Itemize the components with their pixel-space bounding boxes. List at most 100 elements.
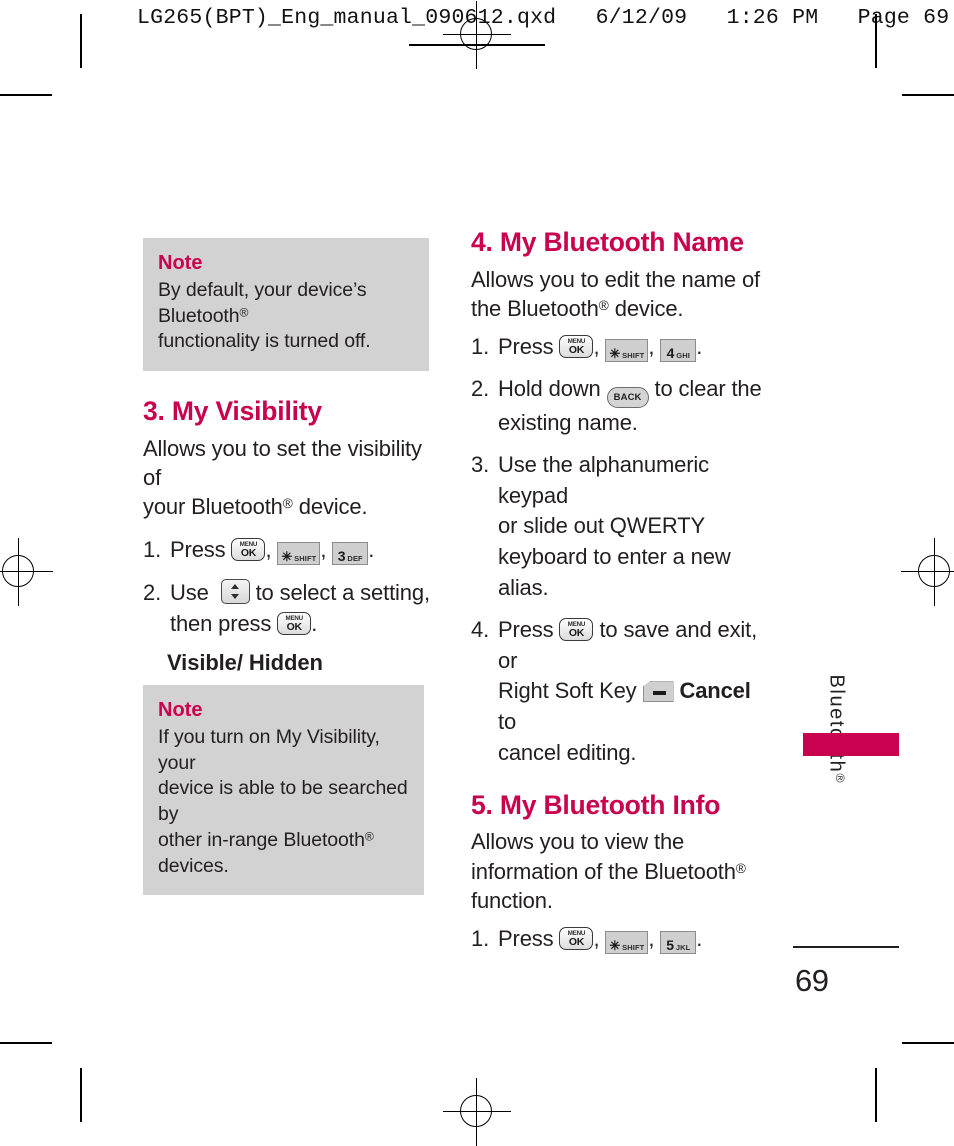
step-number: 3. [471,451,490,477]
steps-list-my-bluetooth-info: 1. Press MENU OK , ✳ SHIFT , 5 JKL . [471,924,771,955]
cancel-label: Cancel [679,678,751,704]
registered-mark: ® [239,305,249,320]
step-item: 2. Use to select a setting, then press M… [143,578,433,640]
option-values-visible-hidden: Visible/ Hidden [167,650,323,676]
note-title: Note [158,252,203,274]
note-body-line-1: By default, your device’s Bluetooth [158,279,367,327]
key-digit: 3 [337,547,346,564]
key-letters: GHI [676,351,690,361]
page-number: 69 [795,963,829,998]
step-text: Press [498,926,554,952]
intro-line-2: your Bluetooth [143,494,283,520]
step-text-line2: then press [170,611,272,637]
shift-label: SHIFT [622,943,645,953]
number-5-key-icon: 5 JKL [660,931,697,955]
note-body-line-2: device is able to be searched by [158,777,408,826]
step-item: 1. Press MENU OK , ✳ SHIFT , 5 JKL . [471,924,771,955]
star-shift-key-icon: ✳ SHIFT [605,931,649,955]
menu-ok-key-icon: MENU OK [559,927,594,951]
key-digit: 4 [666,345,675,362]
intro-line-3: device. [608,295,684,321]
steps-list-my-bluetooth-name: 1. Press MENU OK , ✳ SHIFT , 4 GHI . 2. Ho… [471,332,771,769]
side-tab-color-bar [803,733,899,756]
section-intro-my-visibility: Allows you to set the visibility of your… [143,434,433,522]
step-number: 4. [471,616,490,642]
shift-label: SHIFT [294,553,317,563]
step-trailing-punctuation: . [311,611,318,637]
step-text-line2: existing name. [498,409,638,435]
intro-line-1: Allows you to set the visibility of [143,435,422,491]
step-item: 3. Use the alphanumeric keypad or slide … [471,450,771,604]
step-text-line2-post: to [498,709,517,735]
step-text-line1: Use the alphanumeric keypad [498,451,710,508]
menu-ok-key-bottom-label: OK [240,546,257,559]
star-shift-key-icon: ✳ SHIFT [605,339,649,363]
crop-mark-top-right-vertical [875,14,877,68]
menu-ok-key-bottom-label: OK [568,936,585,949]
step-text-mid: to select a setting, [255,580,430,606]
side-tab-text: Bluetooth [825,674,848,774]
crop-mark-top-right-horizontal [902,94,954,96]
star-glyph: ✳ [609,346,621,362]
step-item: 1. Press MENU OK , ✳ SHIFT , 4 GHI . [471,332,771,363]
intro-line-2: the Bluetooth [471,295,599,321]
registration-mark-right [901,538,954,606]
section-title-my-bluetooth-name: 4. My Bluetooth Name [471,227,744,257]
right-soft-key-icon [642,681,674,703]
steps-list-my-visibility: 1. Press MENU OK , ✳ SHIFT , 3 DEF . 2. Us… [143,535,433,640]
note-body-line-1: If you turn on My Visibility, your [158,726,380,774]
note-body-line-2: functionality is turned off. [158,330,371,353]
section-intro-my-bluetooth-info: Allows you to view the information of th… [471,827,771,915]
note-body: If you turn on My Visibility, your device… [158,725,409,879]
number-4-key-icon: 4 GHI [660,339,697,363]
menu-ok-key-icon: MENU OK [559,617,594,641]
comma: , [265,536,272,562]
registered-mark: ® [833,773,848,783]
step-number: 2. [471,375,490,401]
registered-mark: ® [282,496,293,512]
intro-line-1: Allows you to edit the name of [471,266,760,292]
comma: , [648,334,655,360]
step-item: 4. Press MENU OK to save and exit, or Ri… [471,615,771,769]
step-item: 2. Hold down BACK to clear the existing … [471,374,771,439]
step-trailing-punctuation: . [696,926,703,952]
star-glyph: ✳ [281,548,293,564]
right-column: 4. My Bluetooth Name Allows you to edit … [471,227,771,964]
intro-line-1: Allows you to view the [471,829,685,855]
section-title-my-bluetooth-info: 5. My Bluetooth Info [471,789,721,820]
step-number: 2. [143,580,162,606]
step-trailing-punctuation: . [696,334,703,360]
key-letters: JKL [675,943,691,953]
step-text-line3: keyboard to enter a new alias. [498,544,731,600]
step-text: Hold down [498,375,601,401]
crop-mark-top-left-vertical [80,14,82,68]
menu-ok-key-icon: MENU OK [559,335,594,359]
intro-line-3: device. [292,494,368,520]
star-glyph: ✳ [609,938,621,954]
section-title-my-visibility: 3. My Visibility [143,396,322,427]
back-key-icon: BACK [606,386,649,408]
crop-mark-bottom-right-horizontal [902,1042,954,1044]
crop-mark-bottom-right-vertical [875,1068,877,1122]
comma: , [593,926,600,952]
left-column: Note By default, your device’s Bluetooth… [143,238,433,896]
crop-mark-bottom-left-vertical [80,1068,82,1122]
step-number: 1. [471,334,490,360]
menu-ok-key-bottom-label: OK [568,626,585,639]
menu-ok-key-icon: MENU OK [231,537,266,561]
note-body-line-4: devices. [158,854,229,877]
up-down-navigation-key-icon [220,579,250,605]
step-text-line2: Right Soft Key [498,678,637,704]
intro-line-3: function. [471,887,553,913]
step-text-line2: or slide out QWERTY [498,513,706,539]
side-tab-chapter-label: Bluetooth® [825,634,848,824]
print-header-text: LG265(BPT)_Eng_manual_090612.qxd 6/12/09… [137,6,950,30]
step-text: Press [498,334,554,360]
number-3-key-icon: 3 DEF [332,541,369,565]
step-text-line3: cancel editing. [498,739,637,765]
step-text-mid: to clear the [654,375,762,401]
menu-ok-key-bottom-label: OK [568,344,585,357]
comma: , [593,334,600,360]
step-text: Press [170,536,226,562]
comma: , [648,926,655,952]
